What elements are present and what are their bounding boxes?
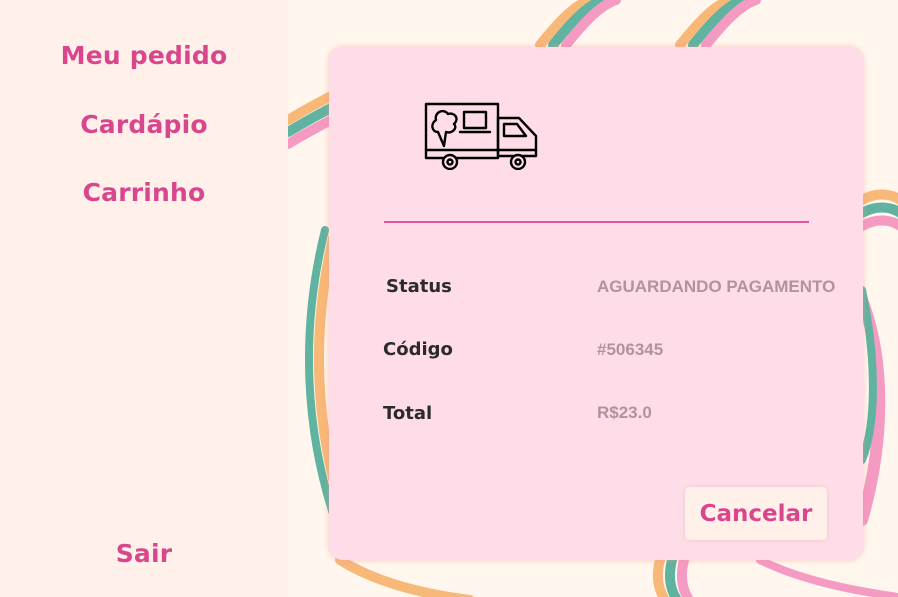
- sidebar-item-meu-pedido[interactable]: Meu pedido: [0, 41, 288, 70]
- total-value: R$23.0: [597, 403, 652, 422]
- sidebar-item-carrinho[interactable]: Carrinho: [0, 178, 288, 207]
- sidebar-item-cardapio[interactable]: Cardápio: [0, 110, 288, 139]
- total-label: Total: [383, 403, 433, 424]
- sidebar-item-sair[interactable]: Sair: [0, 539, 288, 568]
- code-label: Código: [383, 339, 453, 360]
- sidebar: Meu pedido Cardápio Carrinho Sair: [0, 0, 288, 597]
- order-card: Status AGUARDANDO PAGAMENTO Código #5063…: [329, 47, 863, 560]
- status-value: AGUARDANDO PAGAMENTO: [597, 277, 836, 296]
- cancel-button[interactable]: Cancelar: [685, 487, 827, 540]
- code-value: #506345: [597, 340, 664, 359]
- ice-cream-truck-icon: [424, 102, 538, 170]
- status-label: Status: [386, 276, 452, 297]
- divider: [384, 221, 809, 223]
